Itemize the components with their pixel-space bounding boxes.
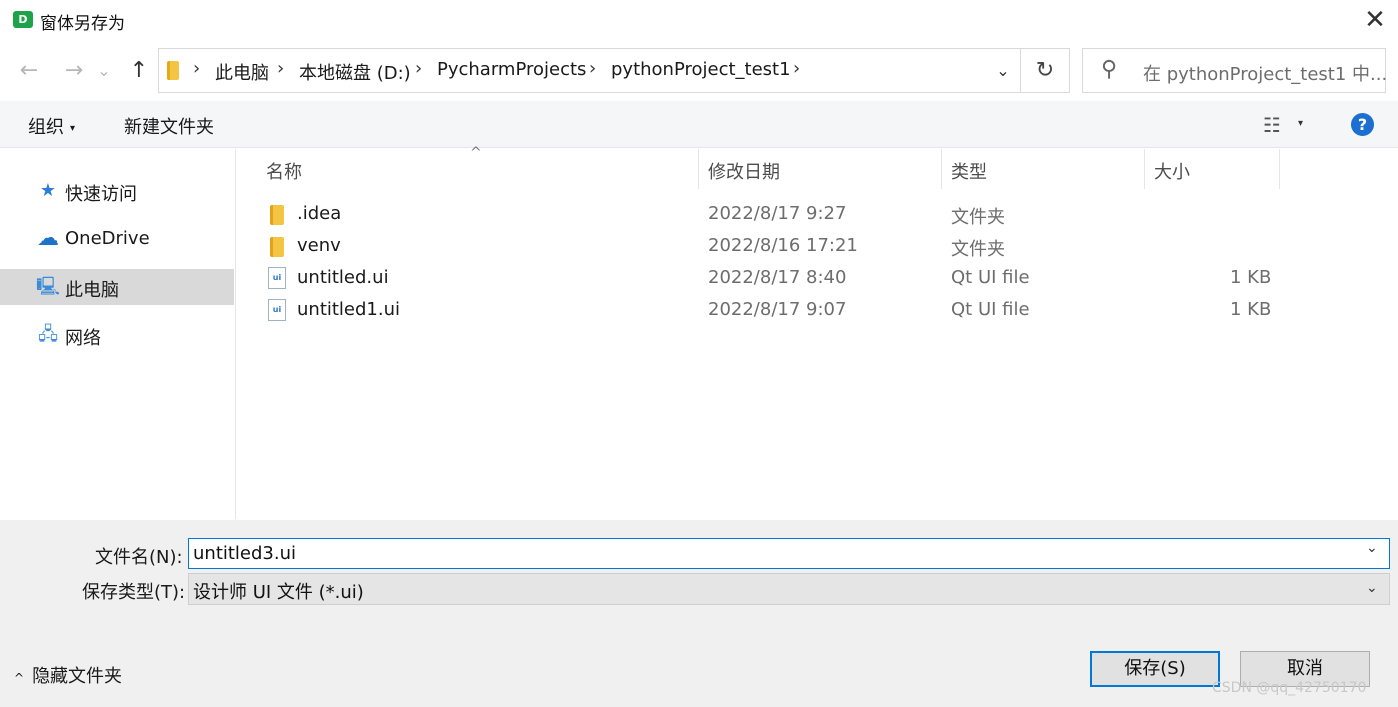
filetype-value: 设计师 UI 文件 (*.ui)	[193, 582, 364, 603]
recent-locations-button[interactable]: ⌄	[94, 56, 114, 86]
caret-down-icon[interactable]: ▾	[1298, 118, 1303, 129]
file-name: untitled1.ui	[297, 299, 401, 320]
ui-file-icon: ui	[268, 267, 286, 289]
folder-icon	[270, 205, 284, 225]
hide-folders-label: 隐藏文件夹	[32, 666, 123, 687]
up-button[interactable]: ↑	[124, 56, 154, 86]
sidebar-item-quick-access[interactable]: ★ 快速访问	[0, 173, 234, 209]
table-row[interactable]: ui untitled1.ui 2022/8/17 9:07 Qt UI fil…	[237, 294, 1398, 326]
breadcrumb-chevron[interactable]: ›	[793, 58, 800, 79]
sidebar-item-onedrive[interactable]: ☁ OneDrive	[0, 221, 234, 257]
refresh-icon[interactable]: ↻	[1021, 49, 1069, 92]
back-button[interactable]: ←	[14, 56, 44, 86]
search-placeholder: 在 pythonProject_test1 中...	[1143, 64, 1388, 85]
organize-label: 组织	[28, 117, 64, 138]
save-button[interactable]: 保存(S)	[1090, 651, 1220, 687]
filename-field[interactable]	[188, 538, 1390, 569]
column-divider[interactable]	[1279, 149, 1280, 189]
chevron-down-icon[interactable]: ⌄	[1366, 540, 1378, 556]
hide-folders-toggle[interactable]: ^ 隐藏文件夹	[14, 662, 122, 688]
file-name: untitled.ui	[297, 267, 389, 288]
breadcrumb-chevron[interactable]: ›	[193, 58, 200, 79]
table-row[interactable]: venv 2022/8/16 17:21 文件夹	[237, 230, 1398, 262]
breadcrumb-chevron[interactable]: ›	[415, 58, 422, 79]
folder-icon	[167, 61, 179, 80]
computer-icon: 🖳	[36, 276, 61, 297]
sidebar-item-label: 网络	[65, 328, 101, 349]
window-title: 窗体另存为	[40, 14, 125, 34]
watermark: CSDN @qq_42750170	[1212, 680, 1367, 696]
address-history-dropdown[interactable]: ⌄	[985, 49, 1021, 92]
table-row[interactable]: .idea 2022/8/17 9:27 文件夹	[237, 198, 1398, 230]
save-options-panel: 文件名(N): ⌄ 保存类型(T): 设计师 UI 文件 (*.ui) ⌄ ^ 隐…	[0, 520, 1398, 707]
chevron-down-icon: ⌄	[1366, 580, 1378, 596]
search-input[interactable]: ⚲ 在 pythonProject_test1 中...	[1082, 48, 1388, 93]
file-date: 2022/8/17 9:07	[708, 299, 847, 320]
star-icon: ★	[39, 180, 57, 201]
breadcrumb-pythonproject-test1[interactable]: pythonProject_test1	[611, 59, 791, 80]
new-folder-button[interactable]: 新建文件夹	[124, 113, 214, 139]
filetype-label: 保存类型(T):	[82, 582, 186, 603]
address-bar[interactable]: › 此电脑 › 本地磁盘 (D:) › PycharmProjects › py…	[158, 48, 1070, 93]
file-list: ^ 名称 修改日期 类型 大小 .idea 2022/8/17 9:27 文件夹…	[237, 145, 1398, 519]
file-type: Qt UI file	[951, 267, 1030, 288]
column-header-date[interactable]: 修改日期	[708, 149, 780, 189]
close-button[interactable]: ✕	[1352, 0, 1398, 40]
organize-button[interactable]: 组织 ▾	[28, 113, 75, 139]
breadcrumb-chevron[interactable]: ›	[589, 58, 596, 79]
sidebar-item-label: 此电脑	[65, 280, 119, 301]
file-type: 文件夹	[951, 207, 1005, 228]
navigation-pane: ★ 快速访问 ☁ OneDrive 🖳 此电脑 🖧 网络	[0, 149, 236, 519]
file-date: 2022/8/16 17:21	[708, 235, 858, 256]
help-icon[interactable]: ?	[1351, 113, 1374, 136]
sidebar-item-label: 快速访问	[65, 184, 137, 205]
sidebar-item-label: OneDrive	[65, 228, 150, 249]
sidebar-item-this-pc[interactable]: 🖳 此电脑	[0, 269, 234, 305]
file-date: 2022/8/17 8:40	[708, 267, 847, 288]
file-name: venv	[297, 235, 341, 256]
file-size: 1 KB	[1230, 267, 1272, 288]
file-type: Qt UI file	[951, 299, 1030, 320]
file-date: 2022/8/17 9:27	[708, 203, 847, 224]
filename-label: 文件名(N):	[95, 547, 183, 568]
column-header-size[interactable]: 大小	[1154, 149, 1190, 189]
table-row[interactable]: ui untitled.ui 2022/8/17 8:40 Qt UI file…	[237, 262, 1398, 294]
folder-icon	[270, 237, 284, 257]
view-options-icon[interactable]: ☷	[1263, 113, 1281, 137]
breadcrumb-disk-d[interactable]: 本地磁盘 (D:)	[299, 59, 411, 85]
cloud-icon: ☁	[37, 226, 59, 251]
ui-file-icon: ui	[268, 299, 286, 321]
breadcrumb-chevron[interactable]: ›	[277, 58, 284, 79]
sort-ascending-icon: ^	[470, 145, 482, 161]
caret-down-icon: ▾	[70, 122, 76, 134]
filetype-select[interactable]: 设计师 UI 文件 (*.ui) ⌄	[188, 573, 1390, 605]
file-size: 1 KB	[1230, 299, 1272, 320]
network-icon: 🖧	[37, 324, 59, 345]
file-type: 文件夹	[951, 239, 1005, 260]
sidebar-item-network[interactable]: 🖧 网络	[0, 317, 234, 353]
column-header-name[interactable]: 名称	[266, 149, 302, 189]
title-bar: D 窗体另存为 ✕	[0, 0, 1398, 40]
column-divider[interactable]	[941, 149, 942, 189]
search-icon: ⚲	[1101, 57, 1118, 82]
app-icon: D	[13, 11, 33, 28]
chevron-up-icon: ^	[14, 671, 25, 685]
column-header-type[interactable]: 类型	[951, 149, 987, 189]
breadcrumb-this-pc[interactable]: 此电脑	[215, 59, 269, 85]
breadcrumb-pycharmprojects[interactable]: PycharmProjects	[437, 59, 586, 80]
forward-button[interactable]: →	[59, 56, 89, 86]
column-divider[interactable]	[698, 149, 699, 189]
toolbar: 组织 ▾ 新建文件夹 ☷ ▾ ?	[0, 101, 1398, 148]
column-divider[interactable]	[1144, 149, 1145, 189]
file-name: .idea	[297, 203, 342, 224]
